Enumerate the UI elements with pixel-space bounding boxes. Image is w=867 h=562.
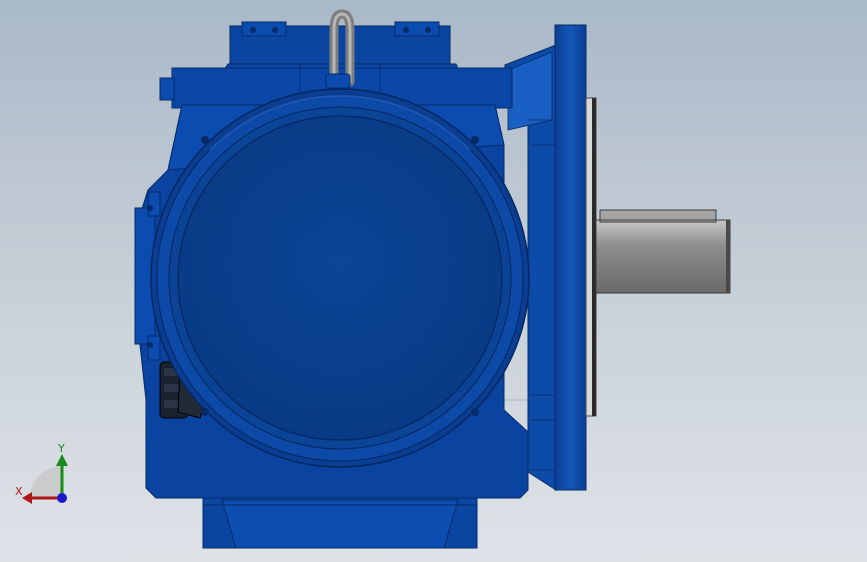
gear-motor-model[interactable]: [0, 0, 867, 562]
cad-viewport[interactable]: Y X: [0, 0, 867, 562]
z-axis-dot-icon: [57, 493, 67, 503]
x-axis-arrow-icon: [22, 492, 32, 504]
y-axis-arrow-icon: [56, 454, 68, 466]
base-foot: [202, 494, 478, 549]
x-axis-label: X: [15, 485, 23, 498]
output-flange: [554, 24, 597, 491]
motor-end-cover: [150, 88, 530, 468]
coordinate-triad: Y X: [15, 442, 68, 504]
triad-plane: [30, 466, 62, 498]
y-axis-label: Y: [57, 442, 65, 455]
output-shaft: [595, 209, 731, 294]
lifting-eye: [325, 9, 355, 89]
